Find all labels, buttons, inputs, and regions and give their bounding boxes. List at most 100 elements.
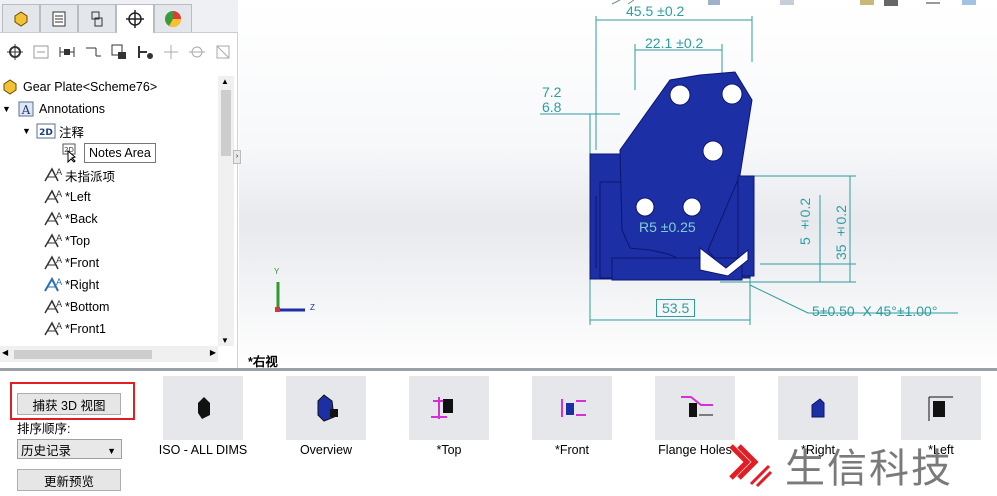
tab-display-manager[interactable]	[154, 4, 192, 32]
view-annotation-icon: A	[42, 297, 62, 317]
dimension-flange-height[interactable]: 35 ±0.2	[833, 200, 853, 260]
view-thumbnail[interactable]	[901, 376, 981, 440]
watermark-text: 生信科技	[785, 446, 953, 492]
tree-vertical-scrollbar[interactable]: ▲ ▼	[218, 76, 234, 346]
svg-text:A: A	[56, 278, 62, 288]
tab-property-manager[interactable]	[40, 4, 78, 32]
2d-notes-icon: 2D	[36, 121, 56, 141]
view-thumbnail-label: *Top	[436, 443, 462, 457]
copy-scheme-icon[interactable]	[184, 40, 210, 64]
scroll-right-icon[interactable]: ▶	[210, 348, 216, 357]
part-thumbnail-icon	[811, 398, 825, 418]
svg-text:A: A	[56, 300, 62, 310]
view-thumbnail-label: ISO - ALL DIMS	[158, 443, 248, 457]
tree-item-notes-area[interactable]: 2D	[62, 142, 85, 164]
svg-text:A: A	[56, 234, 62, 244]
svg-text:A: A	[56, 190, 62, 200]
sort-order-select[interactable]: 历史记录 ▼	[17, 439, 122, 459]
tree-item-view[interactable]: A *Top	[42, 230, 90, 252]
tree-item-label: 未指派项	[65, 169, 116, 184]
view-annotation-icon: A	[42, 187, 62, 207]
tab-configuration-manager[interactable]	[78, 4, 116, 32]
scroll-up-icon[interactable]: ▲	[221, 77, 229, 86]
scroll-left-icon[interactable]: ◀	[2, 348, 8, 357]
collapse-arrow-icon[interactable]: ▼	[2, 104, 16, 114]
appearance-pie-icon	[165, 10, 182, 27]
dimension-width-overall[interactable]: 45.5 ±0.2	[626, 3, 684, 19]
dimxpert-toolbar	[0, 38, 238, 66]
tree-item-unassigned[interactable]: A 未指派项	[42, 164, 115, 186]
svg-text:A: A	[56, 256, 62, 266]
dimension-chamfer[interactable]: 5±0.50 X 45°±1.00°	[812, 303, 937, 319]
tree-root[interactable]: Gear Plate<Scheme76>	[0, 76, 157, 98]
geometric-tolerance-icon[interactable]	[132, 40, 158, 64]
view-thumbnail[interactable]	[655, 376, 735, 440]
tree-horizontal-scrollbar[interactable]: ◀ ▶	[0, 346, 218, 362]
tree-item-label: *Back	[65, 212, 98, 226]
svg-text:A: A	[56, 168, 62, 178]
datum-icon[interactable]	[106, 40, 132, 64]
crosshair-icon	[126, 10, 144, 28]
triad-z-label: Z	[310, 303, 315, 312]
view-thumbnail[interactable]	[532, 376, 612, 440]
dimension-small-height[interactable]: 5 ±0.2	[797, 195, 817, 245]
scrollbar-thumb[interactable]	[221, 90, 231, 156]
capture-3d-view-button[interactable]: 捕获 3D 视图	[17, 393, 121, 415]
configuration-icon	[91, 11, 103, 26]
tooltip: Notes Area	[84, 143, 156, 163]
view-annotation-icon: A	[42, 253, 62, 273]
svg-text:2D: 2D	[39, 128, 53, 138]
tree-item-view[interactable]: A *Back	[42, 208, 98, 230]
dimension-lower-limit[interactable]: 6.8	[542, 99, 561, 115]
view-thumbnail[interactable]	[409, 376, 489, 440]
view-annotation-icon: A	[42, 231, 62, 251]
view-thumbnail[interactable]	[163, 376, 243, 440]
feature-manager-panel: Gear Plate<Scheme76> ▼ A Annotations ▼ 2…	[0, 0, 238, 368]
delete-scheme-icon[interactable]	[210, 40, 236, 64]
part-thumbnail-icon	[431, 397, 453, 419]
sort-order-label: 排序顺序:	[17, 422, 71, 436]
view-thumbnail[interactable]	[778, 376, 858, 440]
feature-tree: Gear Plate<Scheme76> ▼ A Annotations ▼ 2…	[0, 76, 218, 346]
tree-item-view-active[interactable]: A *Right	[42, 274, 99, 296]
view-thumbnail-label: Overview	[299, 443, 353, 457]
tree-item-label: *Right	[65, 278, 100, 292]
dimension-base-width[interactable]: 53.5	[656, 299, 696, 317]
pattern-feature-icon[interactable]	[158, 40, 184, 64]
tree-item-annotations[interactable]: ▼ A Annotations	[2, 98, 105, 120]
scrollbar-thumb[interactable]	[14, 350, 152, 359]
auto-dimension-scheme-icon[interactable]	[2, 40, 28, 64]
tab-feature-manager[interactable]	[2, 4, 40, 32]
part-thumbnail-icon	[198, 397, 210, 419]
dimension-upper-limit[interactable]: 7.2	[542, 84, 561, 100]
view-annotation-icon: A	[42, 165, 62, 185]
dimension-radius[interactable]: R5 ±0.25	[639, 219, 696, 235]
graphics-area[interactable]: 45.5 ±0.2 22.1 ±0.2 7.2 6.8 R5 ±0.25 5 ±…	[239, 0, 997, 368]
svg-text:A: A	[21, 103, 31, 117]
update-previews-button[interactable]: 更新预览	[17, 469, 121, 491]
size-dimension-icon[interactable]	[54, 40, 80, 64]
tree-item-label: *Top	[65, 234, 91, 248]
panel-collapse-handle[interactable]: ›	[233, 150, 241, 164]
view-thumbnail-label: *Front	[554, 443, 590, 457]
dimension-hole-spacing[interactable]: 22.1 ±0.2	[645, 35, 703, 51]
tree-item-view[interactable]: A *Front1	[42, 318, 106, 340]
tree-item-notes-folder[interactable]: ▼ 2D 注释	[22, 120, 84, 142]
part-thumbnail-icon	[928, 396, 953, 421]
tree-item-view[interactable]: A *Left	[42, 186, 91, 208]
property-list-icon	[52, 11, 66, 26]
tree-item-view[interactable]: A *Bottom	[42, 296, 109, 318]
scroll-down-icon[interactable]: ▼	[221, 336, 229, 345]
collapse-arrow-icon[interactable]: ▼	[22, 126, 36, 136]
part-icon	[0, 77, 20, 97]
view-annotation-icon: A	[42, 209, 62, 229]
show-tolerance-status-icon[interactable]	[28, 40, 54, 64]
tree-item-view[interactable]: A *Front	[42, 252, 99, 274]
part-thumbnail-icon	[681, 396, 713, 417]
location-dimension-icon[interactable]	[80, 40, 106, 64]
view-thumbnail[interactable]	[286, 376, 366, 440]
tab-dimxpert-manager[interactable]	[116, 4, 154, 33]
svg-text:A: A	[56, 212, 62, 222]
triad-y-label: Y	[274, 267, 280, 276]
tree-item-label: *Front	[65, 256, 100, 270]
